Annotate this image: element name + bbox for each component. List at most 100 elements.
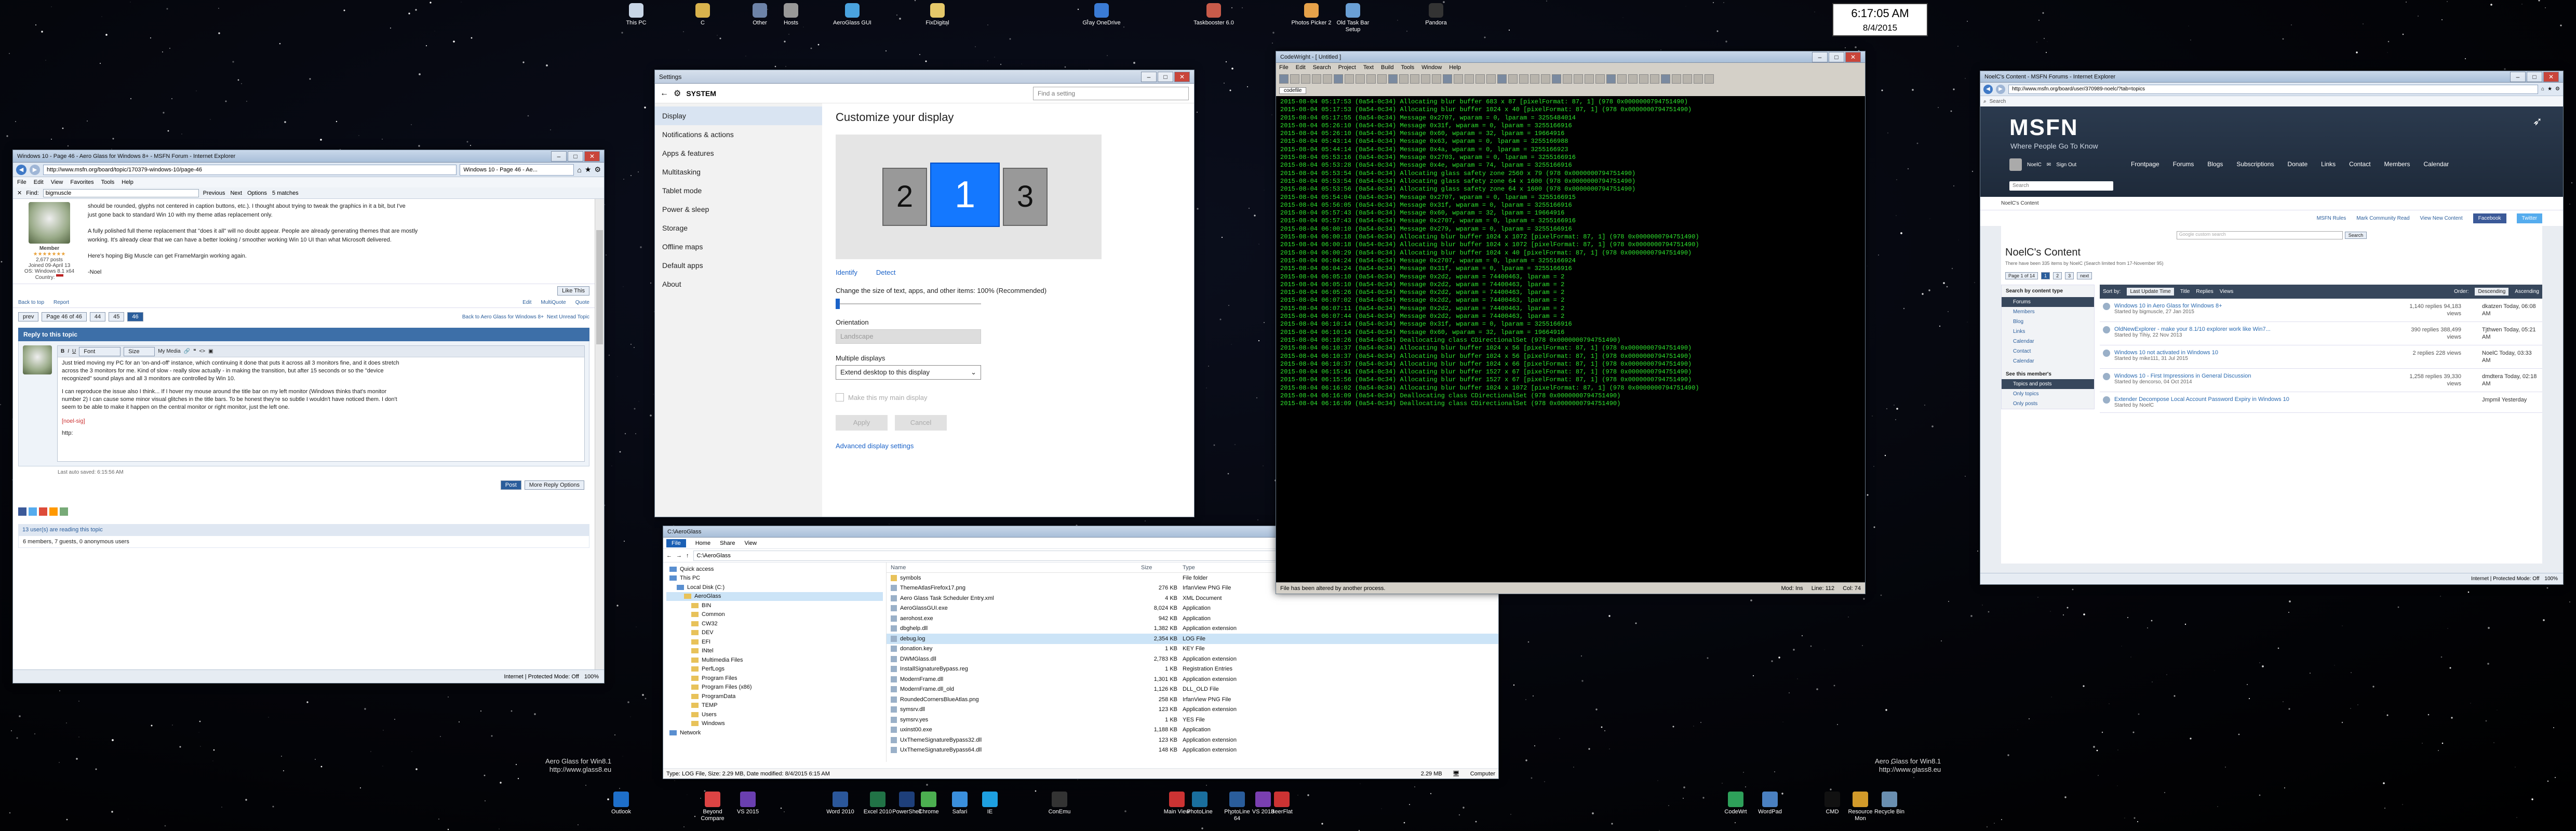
tree-item[interactable]: AeroGlass xyxy=(666,592,883,601)
file-row[interactable]: AeroGlassGUI.exe 8,024 KB Application xyxy=(887,604,1498,614)
back-icon[interactable]: ◀ xyxy=(16,164,26,175)
toolbar-button-icon[interactable] xyxy=(1432,74,1441,84)
toolbar-button-icon[interactable] xyxy=(1388,74,1398,84)
pager-46[interactable]: 46 xyxy=(127,312,143,321)
underline-icon[interactable]: U xyxy=(72,349,76,354)
taskbar-item[interactable]: VS 2015 xyxy=(732,792,763,815)
tree-item[interactable]: Multimedia Files xyxy=(666,655,883,665)
home-icon[interactable]: ⌂ xyxy=(2541,86,2544,92)
msfn-site-search[interactable]: Search xyxy=(2009,181,2113,191)
msfn-zoom[interactable]: 100% xyxy=(2544,576,2558,582)
toolbar-button-icon[interactable] xyxy=(1694,74,1703,84)
desktop-icon[interactable]: Photos Picker 2 xyxy=(1288,3,1335,26)
close-icon[interactable]: ✕ xyxy=(2543,71,2559,82)
pager-44[interactable]: 44 xyxy=(89,312,106,321)
settings-nav-item[interactable]: Power & sleep xyxy=(655,200,822,219)
file-row[interactable]: InstallSignatureBypass.reg 1 KB Registrati… xyxy=(887,664,1498,675)
ribbon-tab[interactable]: Home xyxy=(695,540,710,546)
close-icon[interactable]: ✕ xyxy=(1174,71,1190,82)
google-search-button[interactable]: Search xyxy=(2344,232,2367,239)
more-reply-options-button[interactable]: More Reply Options xyxy=(524,480,584,490)
toolbar-button-icon[interactable] xyxy=(1672,74,1681,84)
pager-item[interactable]: next xyxy=(2077,272,2092,279)
toolbar-button-icon[interactable] xyxy=(1443,74,1452,84)
file-row[interactable]: dbghelp.dll 1,382 KB Application extension xyxy=(887,624,1498,634)
find-control[interactable]: Next xyxy=(230,190,242,196)
post-button[interactable]: Post xyxy=(500,480,521,490)
minimize-icon[interactable]: – xyxy=(2510,71,2526,82)
order-option[interactable]: Ascending xyxy=(2515,289,2539,294)
find-control[interactable]: Options xyxy=(247,190,267,196)
like-button[interactable]: Like This xyxy=(557,286,589,296)
taskbar-item[interactable]: BeerFlat xyxy=(1266,792,1297,815)
taskbar-item[interactable]: CMD xyxy=(1817,792,1848,815)
post-action[interactable]: Report xyxy=(53,300,69,305)
scale-slider[interactable] xyxy=(836,299,981,309)
orientation-select[interactable]: Landscape xyxy=(836,329,981,344)
topic-row[interactable]: Extender Decompose Local Account Passwor… xyxy=(2100,392,2542,413)
desktop-icon[interactable]: Old Task Bar Setup xyxy=(1330,3,1376,33)
share-icon[interactable] xyxy=(49,507,58,516)
content-type-item[interactable]: Contact xyxy=(2002,346,2094,356)
msfn-nav-item[interactable]: Links xyxy=(2321,160,2336,168)
new-content-link[interactable]: View New Content xyxy=(2420,216,2463,221)
file-row[interactable]: symsrv.yes 1 KB YES File xyxy=(887,715,1498,725)
toolbar-button-icon[interactable] xyxy=(1574,74,1583,84)
settings-nav-item[interactable]: Offline maps xyxy=(655,237,822,256)
toolbar-button-icon[interactable] xyxy=(1345,74,1354,84)
menu-item[interactable]: View xyxy=(51,179,63,185)
taskbar-item[interactable]: PhotoLine xyxy=(1184,792,1215,815)
topic-row[interactable]: Windows 10 in Aero Glass for Windows 8+ S… xyxy=(2100,299,2542,322)
breadcrumb[interactable]: NoelC's Content xyxy=(2001,200,2542,206)
monitor-3[interactable]: 3 xyxy=(1003,168,1048,226)
toolbar-button-icon[interactable] xyxy=(1541,74,1550,84)
post-action[interactable]: MultiQuote xyxy=(541,300,566,305)
desktop-icon[interactable]: C xyxy=(679,3,726,26)
menu-item[interactable]: Text xyxy=(1363,64,1374,71)
facebook-button[interactable]: Facebook xyxy=(2473,213,2506,223)
settings-titlebar[interactable]: Settings – □ ✕ xyxy=(655,70,1194,84)
column-type[interactable]: Type xyxy=(1183,565,1286,571)
close-icon[interactable]: ✕ xyxy=(1845,51,1861,62)
toolbar-button-icon[interactable] xyxy=(1552,74,1561,84)
file-row[interactable]: ModernFrame.dll_old 1,126 KB DLL_OLD File xyxy=(887,685,1498,695)
tree-item[interactable]: TEMP xyxy=(666,701,883,711)
monitor-1[interactable]: 1 xyxy=(930,163,1000,227)
toolbar-button-icon[interactable] xyxy=(1290,74,1299,84)
advanced-display-link[interactable]: Advanced display settings xyxy=(836,442,1180,450)
menu-item[interactable]: Tools xyxy=(1401,64,1414,71)
member-option[interactable]: Only topics xyxy=(2002,389,2094,399)
settings-nav-item[interactable]: Default apps xyxy=(655,256,822,275)
toolbar-button-icon[interactable] xyxy=(1410,74,1419,84)
toolbar-button-icon[interactable] xyxy=(1486,74,1496,84)
file-row[interactable]: ModernFrame.dll 1,301 KB Application exten… xyxy=(887,674,1498,685)
pager-item[interactable]: 1 xyxy=(2041,272,2050,279)
msfn-search-box[interactable]: Search xyxy=(1990,99,2094,104)
menu-item[interactable]: Favorites xyxy=(70,179,93,185)
scrollbar[interactable] xyxy=(595,199,604,669)
toolbar-button-icon[interactable] xyxy=(1475,74,1485,84)
tree-item[interactable]: BIN xyxy=(666,601,883,610)
find-close-icon[interactable]: ✕ xyxy=(17,190,22,196)
code-icon[interactable]: <> xyxy=(199,349,205,354)
file-row[interactable]: symsrv.dll 123 KB Application extension xyxy=(887,705,1498,715)
ie-forum-titlebar[interactable]: Windows 10 - Page 46 - Aero Glass for Wi… xyxy=(13,150,604,163)
toolbar-button-icon[interactable] xyxy=(1650,74,1659,84)
taskbar-item[interactable]: Safari xyxy=(944,792,975,815)
desktop-icon[interactable]: FixDigital xyxy=(914,3,961,26)
topic-title[interactable]: OldNewExplorer - make your 8.1/10 explor… xyxy=(2114,326,2399,332)
toolbar-button-icon[interactable] xyxy=(1617,74,1627,84)
settings-nav-item[interactable]: Multitasking xyxy=(655,163,822,181)
settings-nav-item[interactable]: About xyxy=(655,275,822,293)
sort-option[interactable]: Title xyxy=(2180,289,2190,294)
tree-item[interactable]: Common xyxy=(666,610,883,620)
ribbon-tab[interactable]: Share xyxy=(720,540,735,546)
envelope-icon[interactable]: ✉ xyxy=(2047,162,2051,168)
tree-item[interactable]: EFI xyxy=(666,637,883,647)
multiple-displays-select[interactable]: Extend desktop to this display ⌄ xyxy=(836,365,981,380)
gear-icon[interactable]: ⚙ xyxy=(2555,86,2560,92)
file-row[interactable]: debug.log 2,354 KB LOG File xyxy=(887,634,1498,644)
file-row[interactable]: Aero Glass Task Scheduler Entry.xml 4 KB X… xyxy=(887,593,1498,604)
minimize-icon[interactable]: – xyxy=(1141,71,1157,82)
desktop-icon[interactable]: Gray OneDrive xyxy=(1078,3,1125,26)
